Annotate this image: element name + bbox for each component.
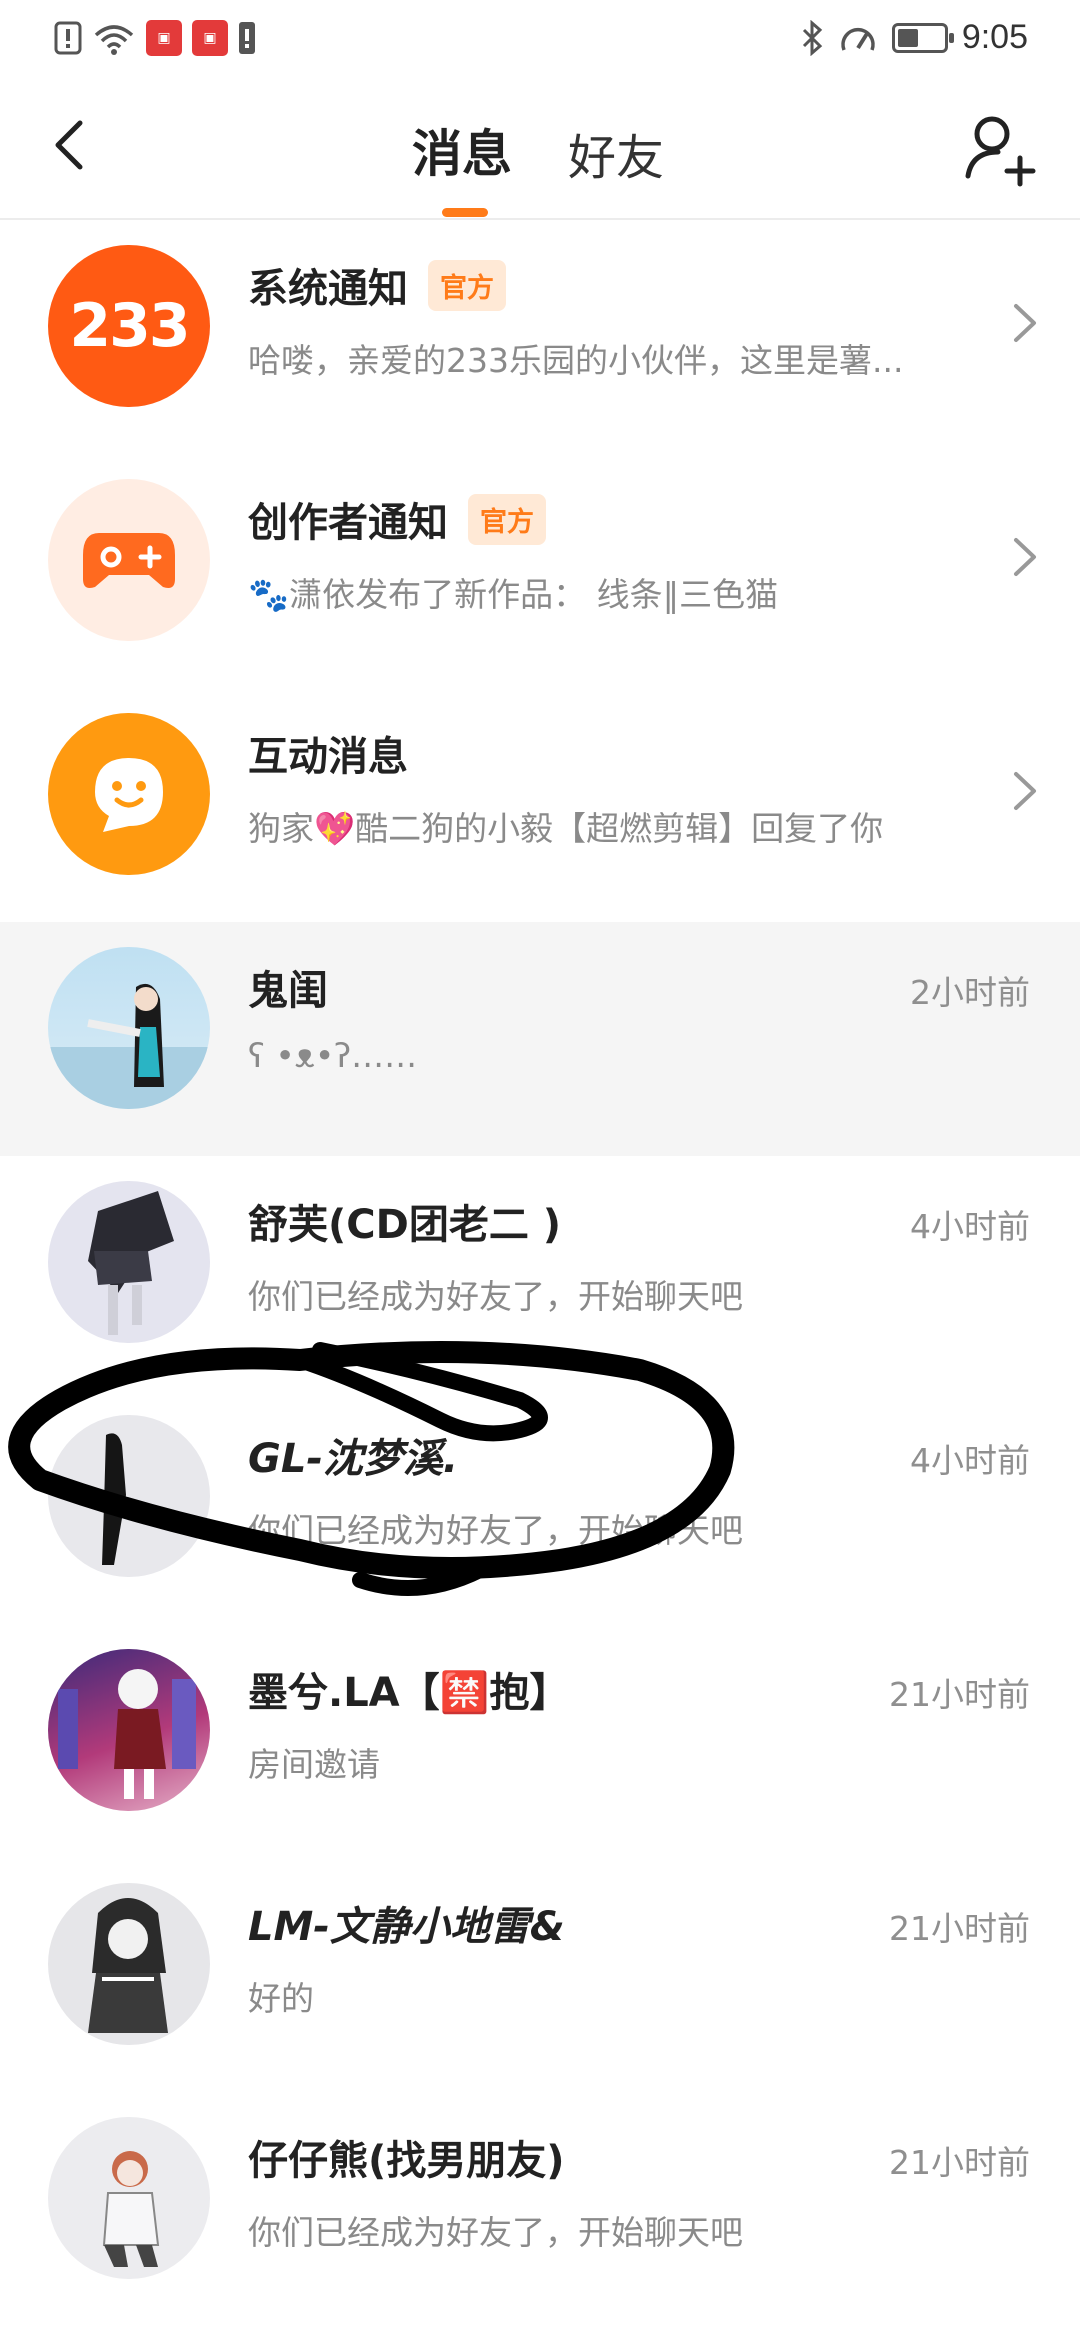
official-badge: 官方: [468, 493, 546, 545]
app-notification-icon: ▣: [192, 20, 228, 56]
message-title: 互动消息: [248, 734, 408, 780]
add-friend-icon: [965, 116, 1036, 187]
message-title: GL-沈梦溪.: [248, 1436, 459, 1482]
app-notification-icon: ▣: [146, 20, 182, 56]
list-item-chat[interactable]: 仔仔熊(找男朋友) 你们已经成为好友了，开始聊天吧 21小时前: [0, 2092, 1080, 2326]
message-preview: 狗家💖酷二狗的小毅【超燃剪辑】回复了你: [248, 809, 884, 848]
avatar: [48, 1649, 210, 1811]
message-time: 21小时前: [889, 2143, 1030, 2182]
top-navigation: 消息 好友: [0, 78, 1080, 220]
chevron-right-icon: [1014, 304, 1036, 342]
message-time: 2小时前: [910, 973, 1030, 1012]
avatar: [48, 479, 210, 641]
alert-icon: [54, 21, 82, 55]
list-item-chat[interactable]: LM-文静小地雷& 好的 21小时前: [0, 1858, 1080, 2092]
list-item-chat[interactable]: 舒芙(CD团老二 ) 你们已经成为好友了，开始聊天吧 4小时前: [0, 1156, 1080, 1390]
message-title: 系统通知: [248, 266, 408, 312]
avatar: [48, 713, 210, 875]
list-item-system-notification[interactable]: 233 系统通知 官方 哈喽，亲爱的233乐园的小伙伴，这里是薯...: [0, 220, 1080, 454]
bluetooth-icon: [802, 19, 823, 56]
chat-bubble-face-icon: [95, 758, 163, 832]
avatar: 233: [48, 245, 210, 407]
chevron-right-icon: [1014, 538, 1036, 576]
tab-friends[interactable]: 好友: [568, 118, 664, 188]
message-time: 21小时前: [889, 1909, 1030, 1948]
user-avatar-image: [58, 1669, 196, 1799]
status-time: 9:05: [961, 18, 1028, 56]
message-preview: 你们已经成为好友了，开始聊天吧: [248, 1277, 743, 1316]
message-preview: 好的: [248, 1979, 314, 2018]
back-button[interactable]: [40, 110, 100, 180]
active-tab-indicator: [442, 208, 488, 217]
avatar: [48, 2117, 210, 2279]
avatar: [48, 947, 210, 1109]
user-avatar-image: [88, 1191, 174, 1335]
avatar: [48, 1181, 210, 1343]
list-item-chat[interactable]: GL-沈梦溪. 你们已经成为好友了，开始聊天吧 4小时前: [0, 1390, 1080, 1624]
avatar: [48, 1883, 210, 2045]
message-preview: 你们已经成为好友了，开始聊天吧: [248, 2213, 743, 2252]
user-avatar-image: [102, 2151, 160, 2267]
add-friend-button[interactable]: [962, 110, 1042, 190]
list-item-interaction-messages[interactable]: 互动消息 狗家💖酷二狗的小毅【超燃剪辑】回复了你: [0, 688, 1080, 922]
message-time: 4小时前: [910, 1441, 1030, 1480]
message-preview: 哈喽，亲爱的233乐园的小伙伴，这里是薯...: [248, 341, 904, 380]
list-item-creator-notification[interactable]: 创作者通知 官方 🐾潇依发布了新作品： 线条‖三色猫: [0, 454, 1080, 688]
gamepad-icon: [83, 533, 175, 588]
message-preview: 你们已经成为好友了，开始聊天吧: [248, 1511, 743, 1550]
back-arrow-icon: [55, 120, 83, 170]
user-avatar-image: [48, 983, 210, 1109]
logo-233-icon: 233: [69, 291, 190, 361]
message-time: 4小时前: [910, 1207, 1030, 1246]
list-item-chat[interactable]: 鬼闺 ʕ •ᴥ•ʔ…… 2小时前: [0, 922, 1080, 1156]
message-time: 21小时前: [889, 1675, 1030, 1714]
message-title: LM-文静小地雷&: [248, 1904, 565, 1950]
tab-messages[interactable]: 消息: [412, 114, 512, 186]
message-preview: 房间邀请: [248, 1745, 380, 1784]
message-list: 233 系统通知 官方 哈喽，亲爱的233乐园的小伙伴，这里是薯... 创作者通…: [0, 220, 1080, 2326]
speed-icon: [841, 27, 875, 51]
chevron-right-icon: [1014, 772, 1036, 810]
avatar: [48, 1415, 210, 1577]
battery-icon: [891, 22, 954, 53]
official-badge: 官方: [428, 259, 506, 311]
message-title: 舒芙(CD团老二 ): [248, 1202, 562, 1248]
message-preview: 🐾潇依发布了新作品： 线条‖三色猫: [248, 575, 779, 614]
user-avatar-image: [102, 1433, 126, 1565]
user-avatar-image: [88, 1898, 168, 2033]
list-item-chat[interactable]: 墨兮.LA【🈲抱】 房间邀请 21小时前: [0, 1624, 1080, 1858]
message-title: 墨兮.LA【🈲抱】: [248, 1670, 570, 1716]
message-title: 鬼闺: [248, 968, 328, 1014]
status-bar: ▣ ▣ 9:05: [0, 0, 1080, 78]
sim-icon: [239, 22, 255, 54]
message-preview: ʕ •ᴥ•ʔ……: [248, 1036, 418, 1075]
message-title: 仔仔熊(找男朋友): [248, 2138, 565, 2184]
wifi-icon: [94, 25, 134, 55]
message-title: 创作者通知: [248, 500, 448, 546]
